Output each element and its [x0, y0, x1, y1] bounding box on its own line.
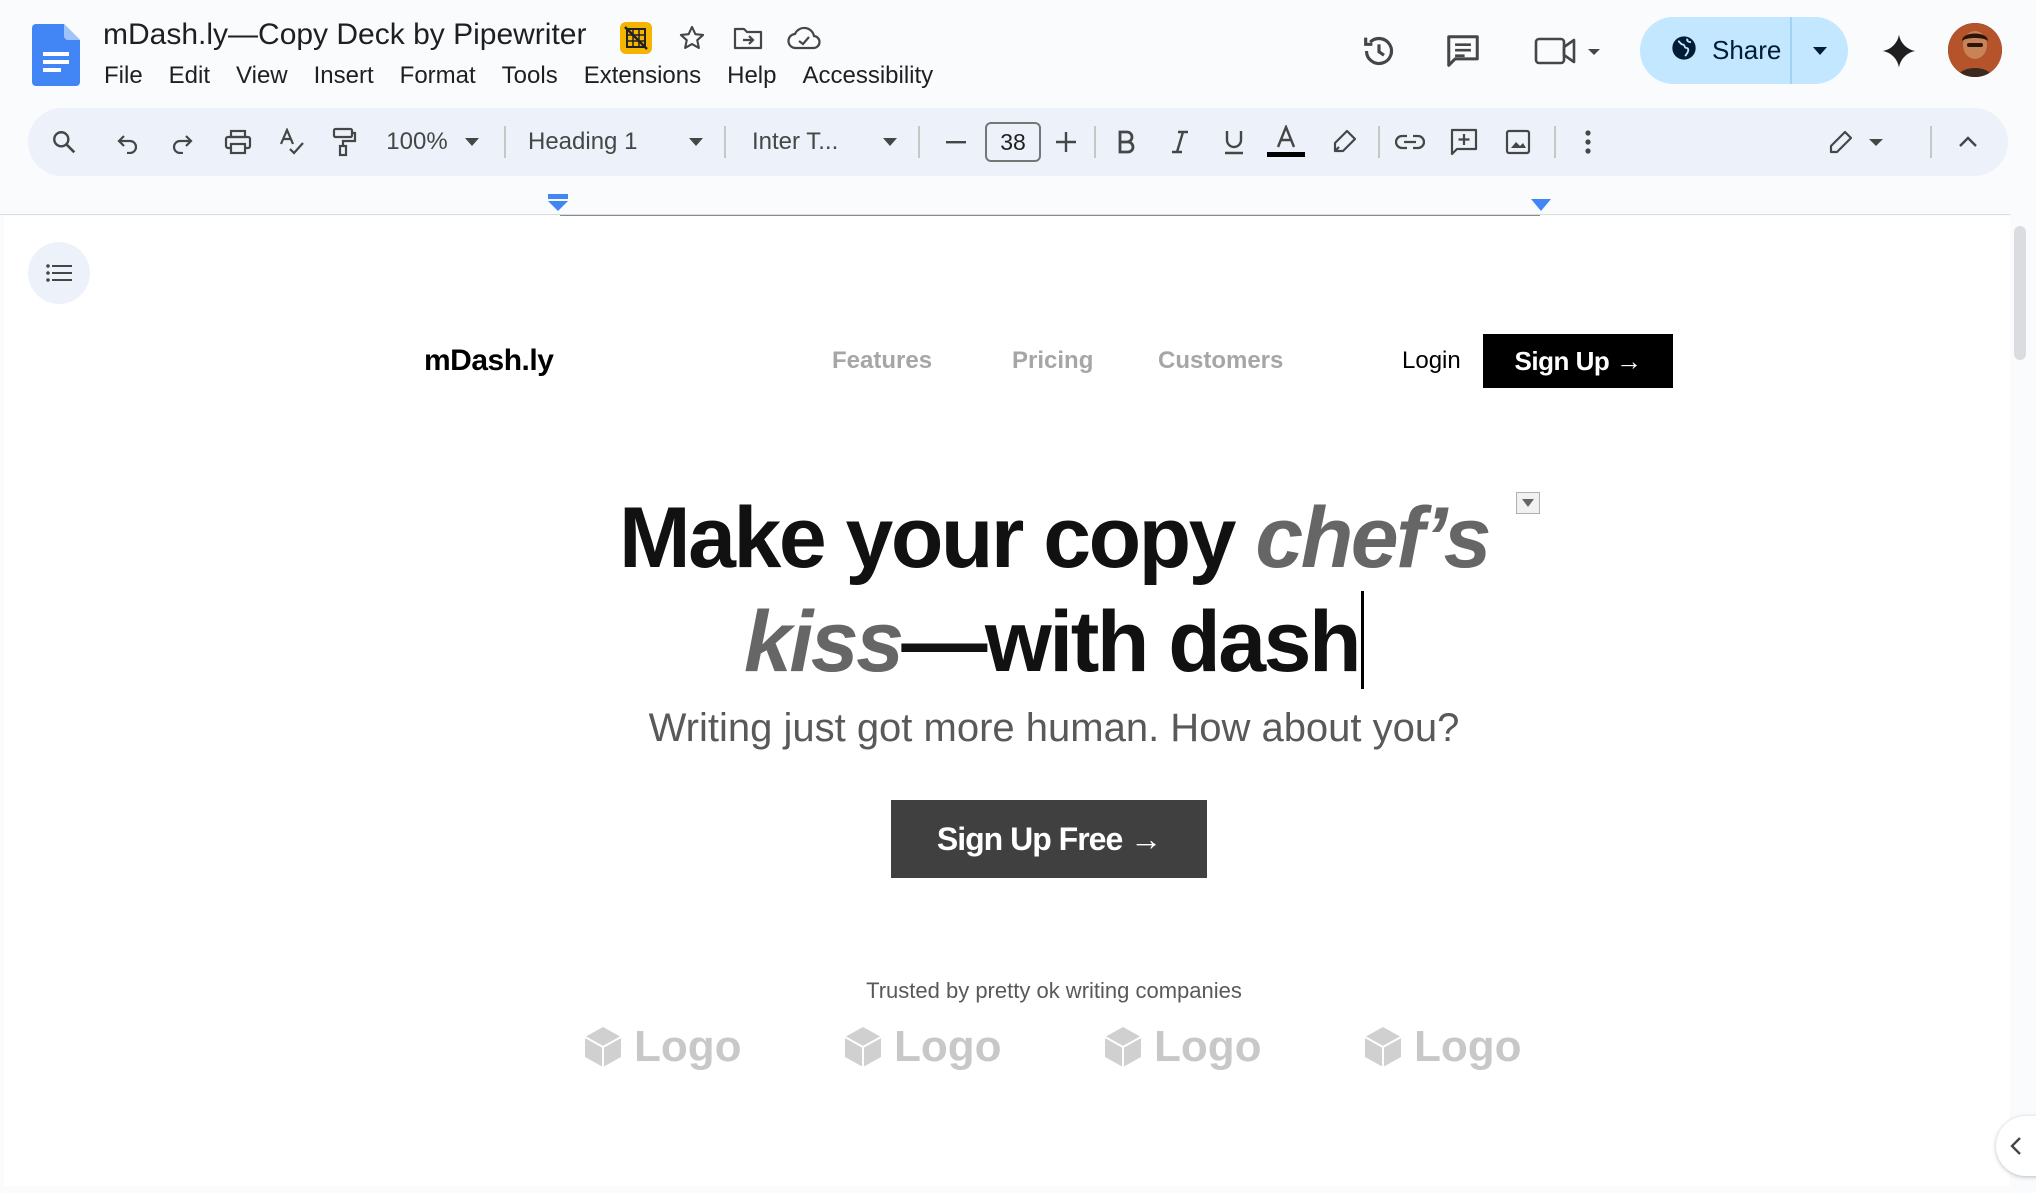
menu-insert[interactable]: Insert: [301, 62, 387, 90]
headline-italic1: chef’s: [1255, 490, 1491, 586]
share-dropdown-button[interactable]: [1792, 17, 1848, 84]
chevron-down-icon[interactable]: [684, 108, 708, 176]
nav-pricing: Pricing: [1012, 347, 1094, 374]
plus-icon: [1056, 132, 1076, 152]
font-select[interactable]: Inter T...: [752, 108, 872, 176]
meet-icon[interactable]: [1530, 26, 1604, 76]
move-to-folder-icon[interactable]: [730, 20, 766, 56]
zoom-value: 100%: [386, 128, 448, 155]
spellcheck-icon[interactable]: [270, 108, 314, 176]
menu-format[interactable]: Format: [387, 62, 489, 90]
print-icon[interactable]: [216, 108, 260, 176]
scrollbar[interactable]: [2014, 226, 2026, 360]
comments-icon[interactable]: [1438, 26, 1488, 76]
version-history-icon[interactable]: [1354, 26, 1404, 76]
headline-part1: Make your copy: [619, 490, 1256, 586]
editing-mode-icon[interactable]: [1824, 108, 1894, 176]
collapse-icon[interactable]: [1948, 108, 1988, 176]
formatting-toolbar: 100% Heading 1 Inter T... 38: [28, 108, 2008, 176]
zoom-select[interactable]: 100%: [384, 108, 450, 176]
menu-extensions[interactable]: Extensions: [571, 62, 714, 90]
star-icon[interactable]: [674, 20, 710, 56]
document-page[interactable]: mDash.ly Features Pricing Customers Logi…: [4, 216, 2010, 1186]
partner-logo: Logo: [1362, 1022, 1522, 1072]
headline-part2: —with dash: [901, 594, 1361, 690]
docs-logo-icon[interactable]: [32, 24, 80, 86]
partner-logo: Logo: [842, 1022, 1002, 1072]
menu-edit[interactable]: Edit: [156, 62, 223, 90]
logo-row: Logo Logo Logo Logo: [582, 1022, 1542, 1082]
highlight-icon[interactable]: [1322, 108, 1366, 176]
ruler: [0, 186, 2010, 216]
chevron-down-icon: [1813, 46, 1827, 55]
gemini-extension-icon[interactable]: [618, 20, 654, 56]
trusted-by-text: Trusted by pretty ok writing companies: [866, 978, 1242, 1003]
undo-icon[interactable]: [108, 108, 148, 176]
redo-icon[interactable]: [162, 108, 202, 176]
partner-logo: Logo: [582, 1022, 742, 1072]
cube-icon: [844, 1027, 882, 1067]
more-icon[interactable]: [1568, 108, 1608, 176]
nav-customers: Customers: [1158, 347, 1284, 374]
menu-help[interactable]: Help: [714, 62, 789, 90]
cube-icon: [1364, 1027, 1402, 1067]
share-label: Share: [1712, 35, 1782, 65]
menu-file[interactable]: File: [104, 62, 156, 90]
title-bar: mDash.ly—Copy Deck by Pipewriter File Ed…: [0, 0, 2036, 106]
increase-font-size-button[interactable]: [1046, 108, 1086, 176]
partner-logo: Logo: [1102, 1022, 1262, 1072]
cube-icon: [1104, 1027, 1142, 1067]
headline-italic2: kiss: [744, 594, 904, 690]
decrease-font-size-button[interactable]: [936, 108, 976, 176]
cta-button: Sign Up Free →: [891, 800, 1207, 878]
add-comment-icon[interactable]: [1442, 108, 1486, 176]
text-cursor: [1360, 591, 1364, 689]
indent-marker-icon[interactable]: [546, 192, 570, 214]
cloud-saved-icon[interactable]: [786, 20, 822, 56]
signup-button: Sign Up →: [1483, 334, 1673, 388]
style-select[interactable]: Heading 1: [528, 108, 668, 176]
menu-view[interactable]: View: [223, 62, 301, 90]
search-icon[interactable]: [42, 108, 86, 176]
share-main-button[interactable]: Share: [1640, 17, 1792, 84]
menu-accessibility[interactable]: Accessibility: [789, 62, 946, 90]
title-icons: [618, 20, 822, 56]
insert-image-icon[interactable]: [1496, 108, 1540, 176]
chevron-down-icon[interactable]: [460, 108, 484, 176]
paint-format-icon[interactable]: [322, 108, 366, 176]
menu-tools[interactable]: Tools: [489, 62, 571, 90]
site-logo: mDash.ly: [424, 344, 554, 377]
document-outline-button[interactable]: [28, 242, 90, 304]
document-title[interactable]: mDash.ly—Copy Deck by Pipewriter: [103, 18, 586, 52]
font-value: Inter T...: [752, 128, 839, 155]
avatar[interactable]: [1948, 23, 2002, 77]
menu-bar: File Edit View Insert Format Tools Exten…: [104, 62, 946, 90]
font-size-input[interactable]: 38: [985, 122, 1041, 162]
subheadline: Writing just got more human. How about y…: [648, 706, 1460, 750]
chevron-down-icon[interactable]: [878, 108, 902, 176]
text-color-icon[interactable]: [1264, 108, 1308, 176]
minus-icon: [946, 141, 966, 144]
nav-features: Features: [832, 347, 933, 374]
italic-icon[interactable]: [1158, 108, 1202, 176]
link-icon[interactable]: [1388, 108, 1432, 176]
google-docs-window: mDash.ly—Copy Deck by Pipewriter File Ed…: [0, 0, 2036, 1193]
right-indent-marker-icon[interactable]: [1530, 198, 1552, 212]
list-icon: [46, 264, 72, 282]
headline: Make your copy chef’s kiss—with dash: [564, 486, 1544, 694]
chevron-left-icon: [2010, 1137, 2021, 1155]
bold-icon[interactable]: [1104, 108, 1148, 176]
underline-icon[interactable]: [1212, 108, 1256, 176]
cube-icon: [584, 1027, 622, 1067]
login-link: Login: [1402, 347, 1461, 374]
globe-icon: [1670, 34, 1698, 67]
share-button[interactable]: Share: [1640, 17, 1848, 84]
gemini-spark-icon[interactable]: [1874, 26, 1924, 76]
style-value: Heading 1: [528, 128, 638, 155]
